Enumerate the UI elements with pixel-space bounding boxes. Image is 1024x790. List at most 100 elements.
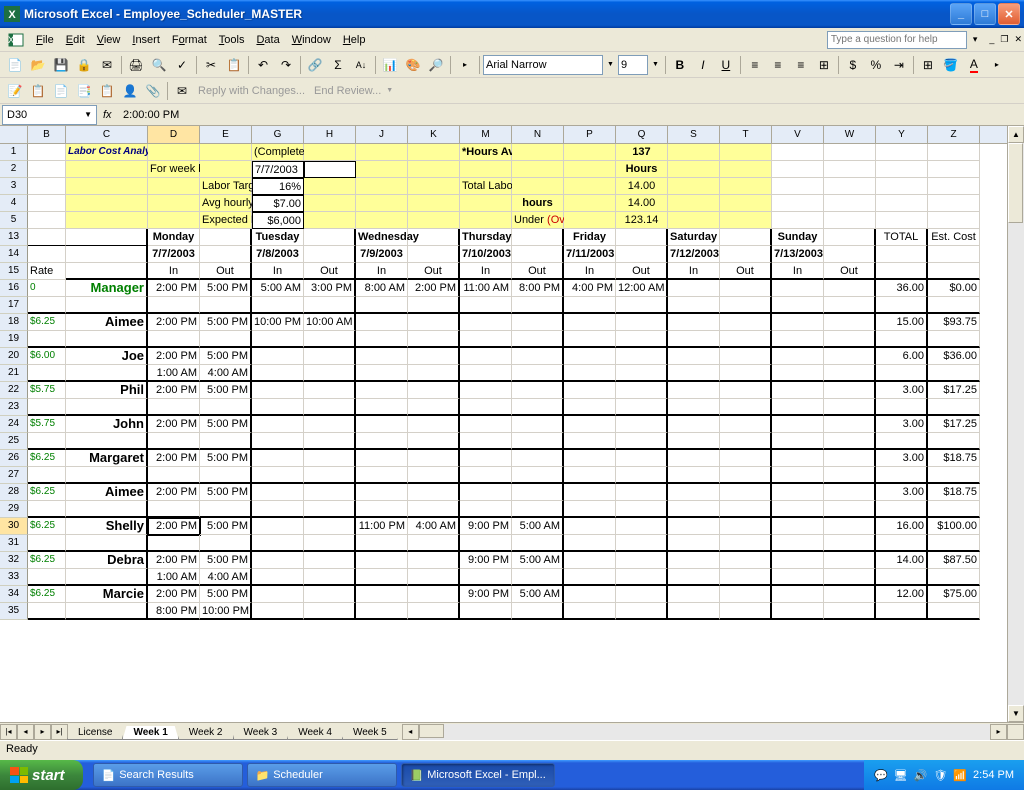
time-cell[interactable] [616, 552, 668, 569]
cell[interactable] [408, 246, 460, 263]
time-cell[interactable] [772, 603, 824, 620]
cell[interactable] [928, 263, 980, 280]
date-header[interactable]: 7/10/2003 [460, 246, 512, 263]
time-cell[interactable] [252, 331, 304, 348]
time-cell[interactable] [564, 467, 616, 484]
cell[interactable] [28, 603, 66, 620]
cell[interactable] [66, 467, 148, 484]
cell[interactable] [876, 501, 928, 518]
total-hours-label[interactable]: Total Labor Hours = [460, 178, 512, 195]
tab-last-button[interactable]: ▸| [51, 724, 68, 740]
row-header-13[interactable]: 13 [0, 229, 28, 246]
row-header-24[interactable]: 24 [0, 416, 28, 433]
time-cell[interactable] [824, 331, 876, 348]
hscroll-right[interactable]: ▸ [990, 724, 1007, 740]
time-cell[interactable] [564, 484, 616, 501]
time-cell[interactable]: 5:00 PM [200, 348, 252, 365]
cell[interactable] [148, 178, 200, 195]
row-header-33[interactable]: 33 [0, 569, 28, 586]
cell[interactable] [772, 161, 824, 178]
time-cell[interactable]: 4:00 AM [200, 569, 252, 586]
spell-button[interactable]: ✓ [171, 54, 193, 76]
time-cell[interactable] [564, 416, 616, 433]
formula-value[interactable]: 2:00:00 PM [119, 109, 183, 121]
day-header[interactable]: Wednesday [356, 229, 408, 246]
worksheet-tab-week-3[interactable]: Week 3 [233, 726, 289, 740]
cell[interactable] [928, 246, 980, 263]
menu-data[interactable]: Data [250, 32, 285, 48]
font-dropdown-icon[interactable]: ▼ [604, 61, 617, 68]
time-cell[interactable] [668, 586, 720, 603]
out-header[interactable]: Out [200, 263, 252, 280]
time-cell[interactable] [668, 297, 720, 314]
cell[interactable] [824, 212, 876, 229]
cell[interactable] [876, 161, 928, 178]
time-cell[interactable] [148, 331, 200, 348]
time-cell[interactable] [616, 501, 668, 518]
hours2-label[interactable]: hours [512, 195, 564, 212]
total-cell[interactable]: 3.00 [876, 382, 928, 399]
time-cell[interactable] [408, 586, 460, 603]
cell[interactable] [876, 178, 928, 195]
time-cell[interactable]: 12:00 AM [616, 280, 668, 297]
time-cell[interactable] [824, 280, 876, 297]
time-cell[interactable] [564, 382, 616, 399]
cell[interactable] [928, 535, 980, 552]
fillcolor-button[interactable]: 🪣 [940, 54, 962, 76]
net-sales-value[interactable]: $6,000 [252, 212, 304, 229]
cell[interactable] [356, 195, 408, 212]
in-header[interactable]: In [564, 263, 616, 280]
time-cell[interactable] [720, 484, 772, 501]
row-header-23[interactable]: 23 [0, 399, 28, 416]
time-cell[interactable] [512, 416, 564, 433]
cell[interactable] [512, 229, 564, 246]
time-cell[interactable] [564, 297, 616, 314]
cell[interactable] [928, 399, 980, 416]
time-cell[interactable] [668, 399, 720, 416]
time-cell[interactable] [772, 501, 824, 518]
tab-first-button[interactable]: |◂ [0, 724, 17, 740]
cost-cell[interactable]: $17.25 [928, 382, 980, 399]
cell[interactable] [66, 212, 148, 229]
time-cell[interactable] [824, 552, 876, 569]
column-header-H[interactable]: H [304, 126, 356, 143]
tray-icon-5[interactable]: 📶 [953, 769, 967, 782]
time-cell[interactable] [772, 314, 824, 331]
cell[interactable] [876, 246, 928, 263]
time-cell[interactable] [564, 603, 616, 620]
hours-avail-value[interactable]: 137 [616, 144, 668, 161]
time-cell[interactable] [356, 297, 408, 314]
time-cell[interactable] [720, 552, 772, 569]
review-btn7[interactable]: 📎 [142, 80, 164, 102]
time-cell[interactable] [512, 450, 564, 467]
time-cell[interactable] [564, 365, 616, 382]
cell[interactable] [148, 144, 200, 161]
time-cell[interactable]: 3:00 PM [304, 280, 356, 297]
cell[interactable] [66, 569, 148, 586]
out-header[interactable]: Out [616, 263, 668, 280]
cell[interactable] [356, 212, 408, 229]
row-header-18[interactable]: 18 [0, 314, 28, 331]
font-selector[interactable] [483, 55, 603, 75]
time-cell[interactable] [824, 501, 876, 518]
time-cell[interactable]: 8:00 AM [356, 280, 408, 297]
cell[interactable] [876, 263, 928, 280]
time-cell[interactable] [772, 331, 824, 348]
cell[interactable] [824, 229, 876, 246]
time-cell[interactable] [252, 450, 304, 467]
cell[interactable] [876, 399, 928, 416]
worksheet-tab-week-1[interactable]: Week 1 [122, 726, 178, 740]
italic-button[interactable]: I [692, 54, 714, 76]
cell[interactable] [408, 229, 460, 246]
cell[interactable] [408, 178, 460, 195]
time-cell[interactable] [356, 586, 408, 603]
clock[interactable]: 2:54 PM [973, 769, 1014, 781]
currency-button[interactable]: $ [842, 54, 864, 76]
employee-name[interactable]: Marcie [66, 586, 148, 603]
cell[interactable] [772, 212, 824, 229]
cell[interactable] [876, 297, 928, 314]
row-header-22[interactable]: 22 [0, 382, 28, 399]
column-header-P[interactable]: P [564, 126, 616, 143]
employee-name[interactable]: Debra [66, 552, 148, 569]
cell[interactable] [408, 161, 460, 178]
